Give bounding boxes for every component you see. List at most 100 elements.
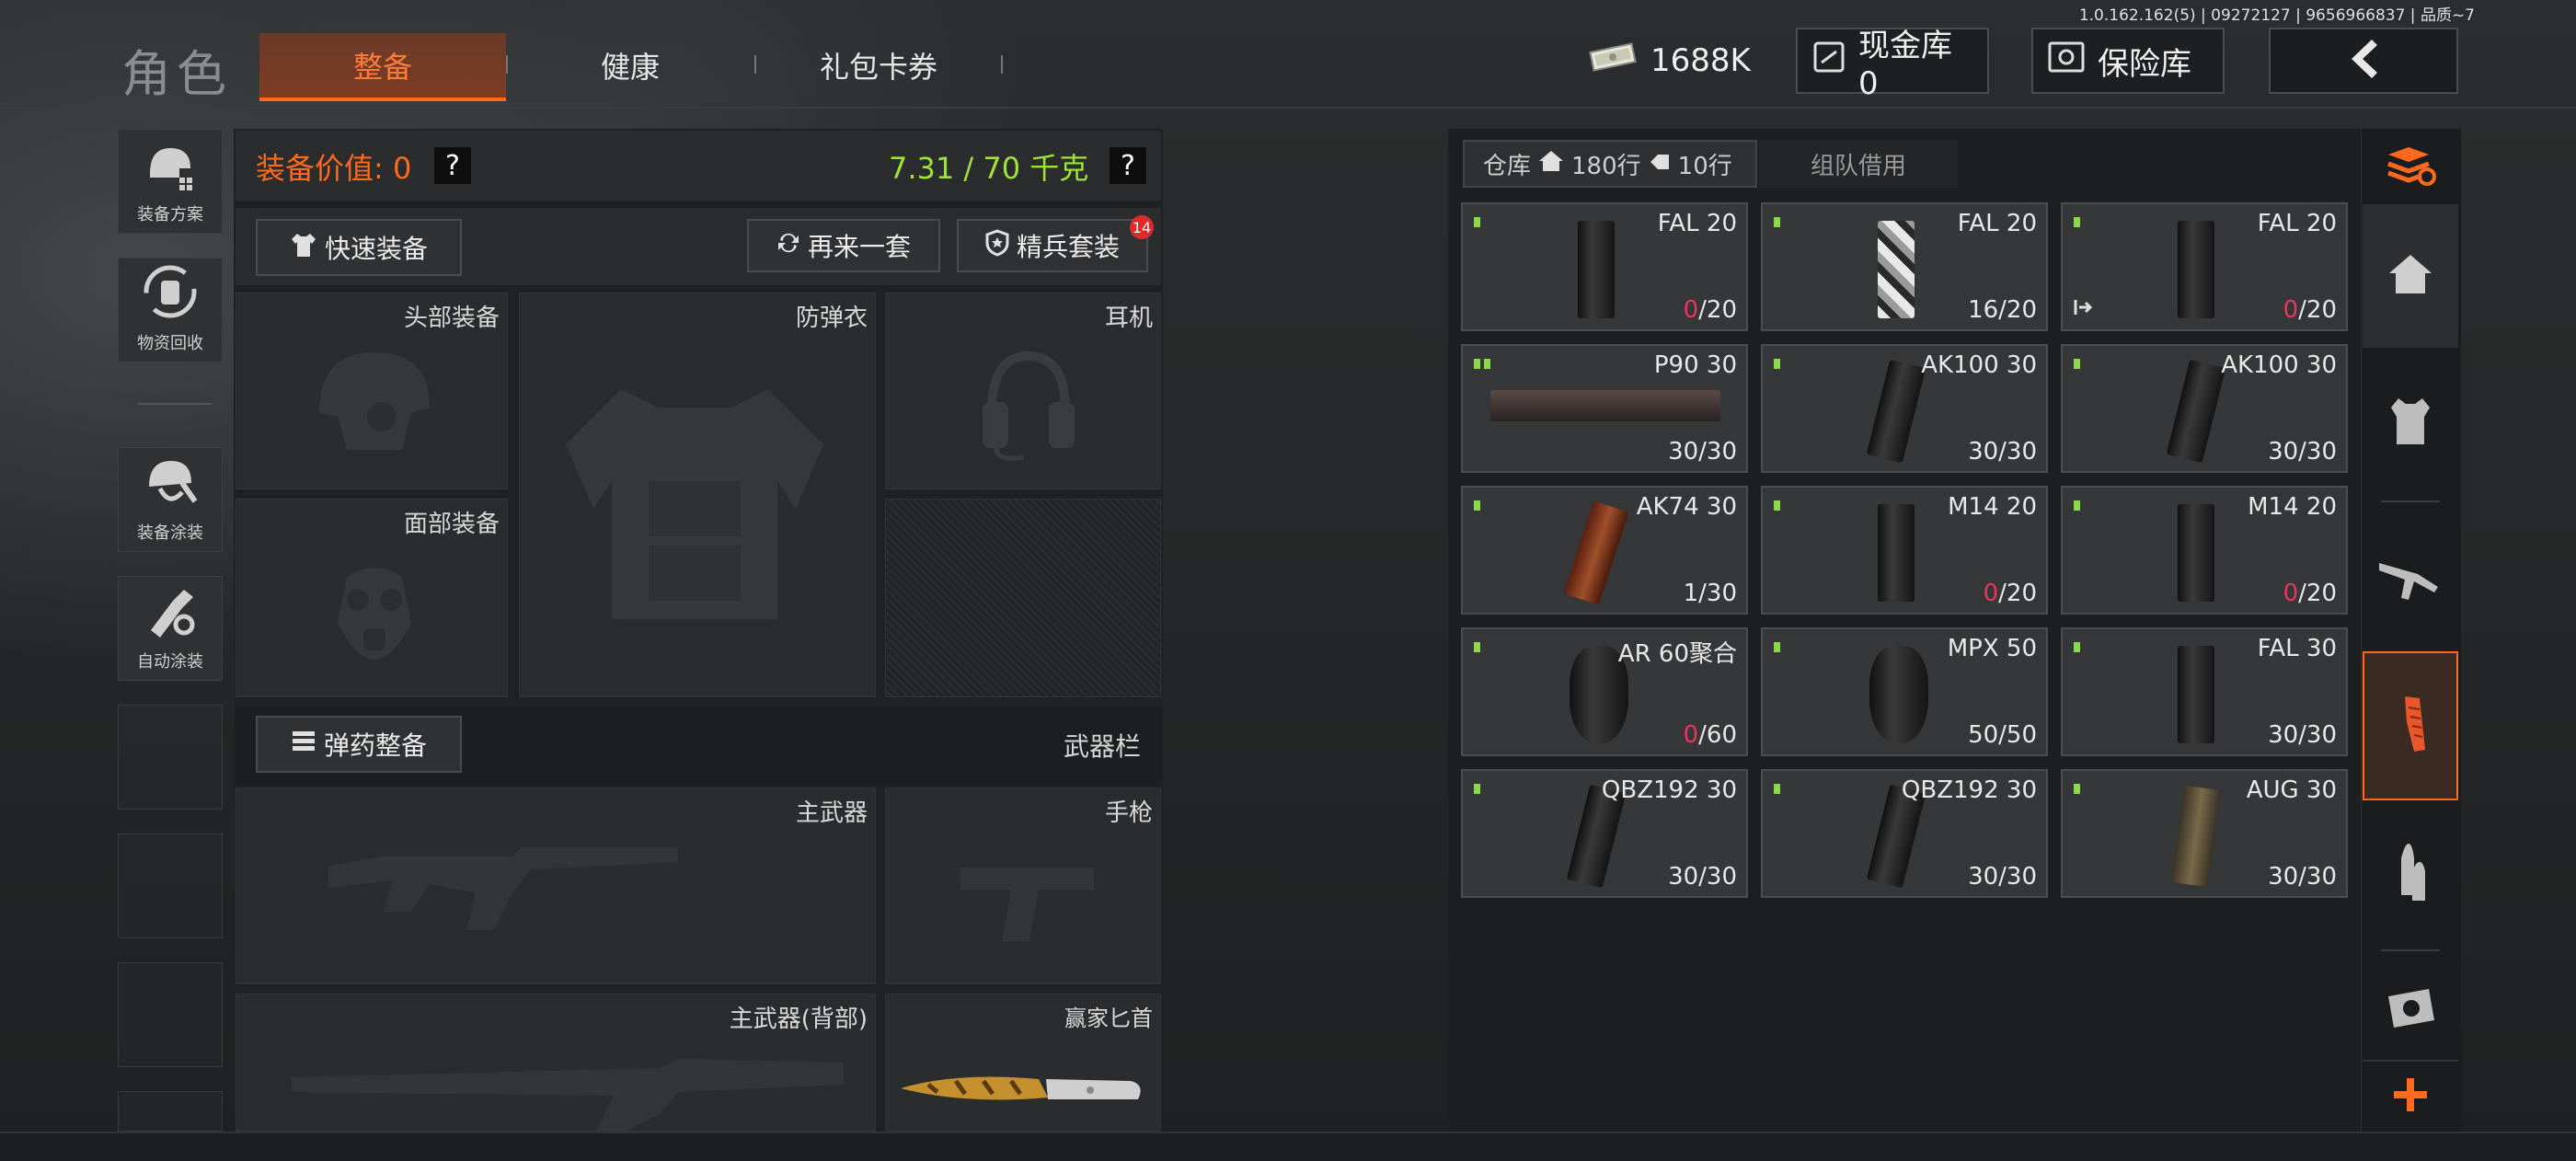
knife-slot[interactable]: 赢家匕首 [885, 994, 1161, 1132]
warehouse-item[interactable]: MPX 50 50/50 [1761, 627, 2048, 756]
head-slot[interactable]: 头部装备 [236, 293, 508, 489]
value-help-button[interactable]: ? [434, 147, 471, 184]
warehouse-item[interactable]: AR 60聚合 0/60 [1461, 627, 1748, 756]
tab-health[interactable]: 健康 [515, 33, 745, 98]
safe-label: 保险库 [2098, 45, 2191, 83]
ticket-icon [1649, 150, 1671, 178]
item-name: M14 20 [2248, 493, 2337, 521]
primary-weapon-back-slot[interactable]: 主武器(背部) [236, 994, 876, 1132]
gas-mask-icon [328, 558, 420, 672]
primary-weapon-slot[interactable]: 主武器 [236, 787, 876, 984]
item-count-max: /50 [1998, 721, 2037, 749]
item-count-current: 30 [2268, 721, 2299, 749]
warehouse-item[interactable]: AK100 30 30/30 [2061, 344, 2348, 473]
durability-indicator [1474, 642, 1480, 652]
category-ammo[interactable] [2363, 810, 2458, 938]
rail-label: 自动涂装 [137, 652, 203, 672]
magazine-icon [2170, 785, 2222, 888]
warehouse-item[interactable]: QBZ192 30 30/30 [1461, 769, 1748, 898]
slot-label: 主武器(背部) [729, 1006, 868, 1033]
item-count-current: 0 [1683, 721, 1699, 749]
safe-button[interactable]: 保险库 [2031, 28, 2225, 94]
currency-display[interactable]: 1688K [1588, 28, 1751, 94]
recycle-icon [141, 262, 200, 325]
item-count: 0/60 [1684, 721, 1737, 749]
again-button[interactable]: 再来一套 [747, 219, 940, 272]
warehouse-item[interactable]: FAL 20 0/20 [1461, 202, 1748, 331]
equip-paint-button[interactable]: 装备涂装 [118, 447, 223, 552]
rifle-icon [2377, 554, 2444, 605]
item-count-max: /30 [1998, 438, 2037, 466]
ammo-prep-button[interactable]: 弹药整备 [256, 716, 462, 773]
team-borrow-label: 组队借用 [1810, 152, 1906, 180]
empty-rail-slot [118, 705, 223, 810]
category-magazine[interactable] [2363, 651, 2458, 800]
sort-stack-button[interactable] [2363, 134, 2458, 199]
item-count-max: /20 [2298, 580, 2337, 607]
warehouse-item[interactable]: M14 20 0/20 [1761, 486, 2048, 615]
durability-indicator [1774, 642, 1780, 652]
item-count: 30/30 [1968, 863, 2037, 891]
warehouse-item[interactable]: P90 30 30/30 [1461, 344, 1748, 473]
item-name: P90 30 [1653, 351, 1737, 379]
tab-gift[interactable]: 礼包卡券 [764, 33, 994, 98]
rail-divider [2381, 949, 2440, 951]
pistol-slot[interactable]: 手枪 [885, 787, 1161, 984]
warehouse-item[interactable]: AK100 30 30/30 [1761, 344, 2048, 473]
magazine-icon [1563, 500, 1629, 605]
tab-label: 礼包卡券 [819, 50, 937, 85]
cash-vault-button[interactable]: 现金库 0 [1796, 28, 1989, 102]
warehouse-item[interactable]: M14 20 0/20 [2061, 486, 2348, 615]
slot-label: 赢家匕首 [1064, 1006, 1153, 1031]
equip-plan-button[interactable]: 装备方案 [118, 129, 223, 234]
item-name: AK100 30 [1921, 351, 2037, 379]
item-count-max: /20 [1698, 296, 1737, 324]
back-button[interactable] [2269, 28, 2458, 94]
item-count: 0/20 [2283, 580, 2337, 607]
warehouse-item[interactable]: AK74 30 1/30 [1461, 486, 1748, 615]
weight-text: 7.31 / 70 千克 [889, 151, 1089, 186]
tab-team-borrow[interactable]: 组队借用 [1759, 140, 1958, 188]
item-count: 0/20 [1684, 296, 1737, 324]
tab-label: 整备 [352, 50, 412, 85]
warehouse-item[interactable]: AUG 30 30/30 [2061, 769, 2348, 898]
category-rifle[interactable] [2363, 515, 2458, 644]
item-name: AUG 30 [2246, 776, 2337, 804]
chevron-left-icon [2340, 36, 2386, 86]
item-count: 30/30 [1668, 863, 1737, 891]
item-count-current: 30 [1968, 438, 1999, 466]
ticket-rows: 10行 [1677, 152, 1732, 180]
warehouse-item[interactable]: FAL 20 0/20 [2061, 202, 2348, 331]
item-count-max: /30 [1698, 580, 1737, 607]
rail-divider [2381, 500, 2440, 502]
safe-icon [2048, 41, 2085, 81]
magazine-icon [2166, 359, 2226, 464]
magazine-icon [1578, 221, 1615, 318]
durability-indicator [1774, 217, 1780, 227]
refresh-icon [776, 231, 800, 261]
armor-slot[interactable]: 防弹衣 [519, 293, 876, 697]
auto-paint-button[interactable]: 自动涂装 [118, 576, 223, 681]
weight-help-button[interactable]: ? [1110, 147, 1146, 184]
recycle-button[interactable]: 物资回收 [118, 258, 223, 362]
paint-helmet-icon [142, 455, 199, 514]
warehouse-item[interactable]: QBZ192 30 30/30 [1761, 769, 2048, 898]
category-vest[interactable] [2363, 359, 2458, 488]
quick-equip-button[interactable]: 快速装备 [256, 219, 462, 276]
again-label: 再来一套 [807, 232, 911, 262]
tab-equip[interactable]: 整备 [259, 33, 506, 101]
headset-slot[interactable]: 耳机 [885, 293, 1161, 489]
category-scope[interactable] [2363, 962, 2458, 1054]
item-count-current: 30 [2268, 863, 2299, 891]
magazine-icon [1878, 221, 1915, 318]
category-home[interactable] [2363, 204, 2458, 348]
cash-vault-label: 现金库 0 [1858, 27, 1952, 102]
weapon-bar-label: 武器栏 [1063, 731, 1141, 762]
face-slot[interactable]: 面部装备 [236, 499, 508, 697]
add-button[interactable] [2363, 1060, 2458, 1132]
tab-label: 健康 [600, 50, 660, 85]
warehouse-item[interactable]: FAL 20 16/20 [1761, 202, 2048, 331]
elite-set-button[interactable]: 精兵套装 [957, 219, 1148, 272]
tab-warehouse[interactable]: 仓库 180行 10行 [1463, 140, 1757, 188]
warehouse-item[interactable]: FAL 30 30/30 [2061, 627, 2348, 756]
